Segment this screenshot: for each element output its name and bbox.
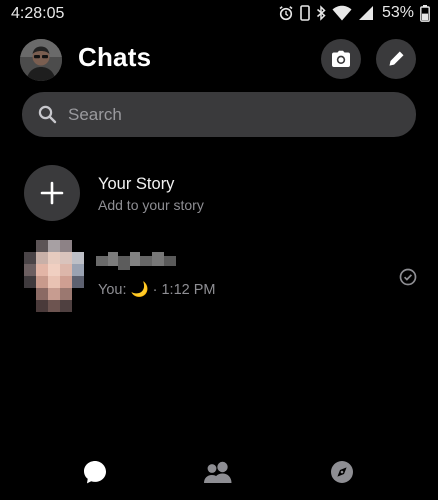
page-title: Chats [78,42,152,72]
camera-button[interactable] [321,39,361,79]
alarm-icon [278,5,294,21]
bluetooth-icon [316,5,326,21]
preview-sender: You: [98,282,131,298]
pencil-icon [389,51,404,66]
chat-name-blurred[interactable] [96,252,182,274]
chat-avatar-blurred[interactable] [22,240,84,312]
search-bar[interactable] [22,92,416,137]
battery-percent: 53% [381,4,414,21]
profile-avatar[interactable] [20,39,62,81]
story-title[interactable]: Your Story [98,175,174,194]
signal-icon [358,5,374,21]
compass-icon [331,461,353,483]
phone-icon [300,5,310,21]
status-time: 4:28:05 [11,5,65,22]
camera-icon [332,50,350,67]
nav-chats[interactable] [75,455,115,489]
preview-time: 1:12 PM [161,282,216,298]
chat-bubble-icon [84,461,106,484]
wifi-icon [332,5,352,21]
plus-icon [40,181,64,205]
nav-discover[interactable] [322,455,362,489]
search-icon [38,105,57,129]
nav-people[interactable] [198,455,238,489]
compose-button[interactable] [376,39,416,79]
status-icons: 53% [278,3,430,23]
battery-icon [420,4,430,22]
chat-preview: You: 🌙 · 1:12 PM [98,281,215,298]
story-subtitle: Add to your story [98,197,204,213]
add-story-button[interactable] [24,165,80,221]
preview-separator: · [148,282,162,298]
moon-emoji: 🌙 [130,282,149,298]
people-icon [204,461,232,483]
check-circle-icon [398,267,418,292]
search-input[interactable] [68,92,398,137]
